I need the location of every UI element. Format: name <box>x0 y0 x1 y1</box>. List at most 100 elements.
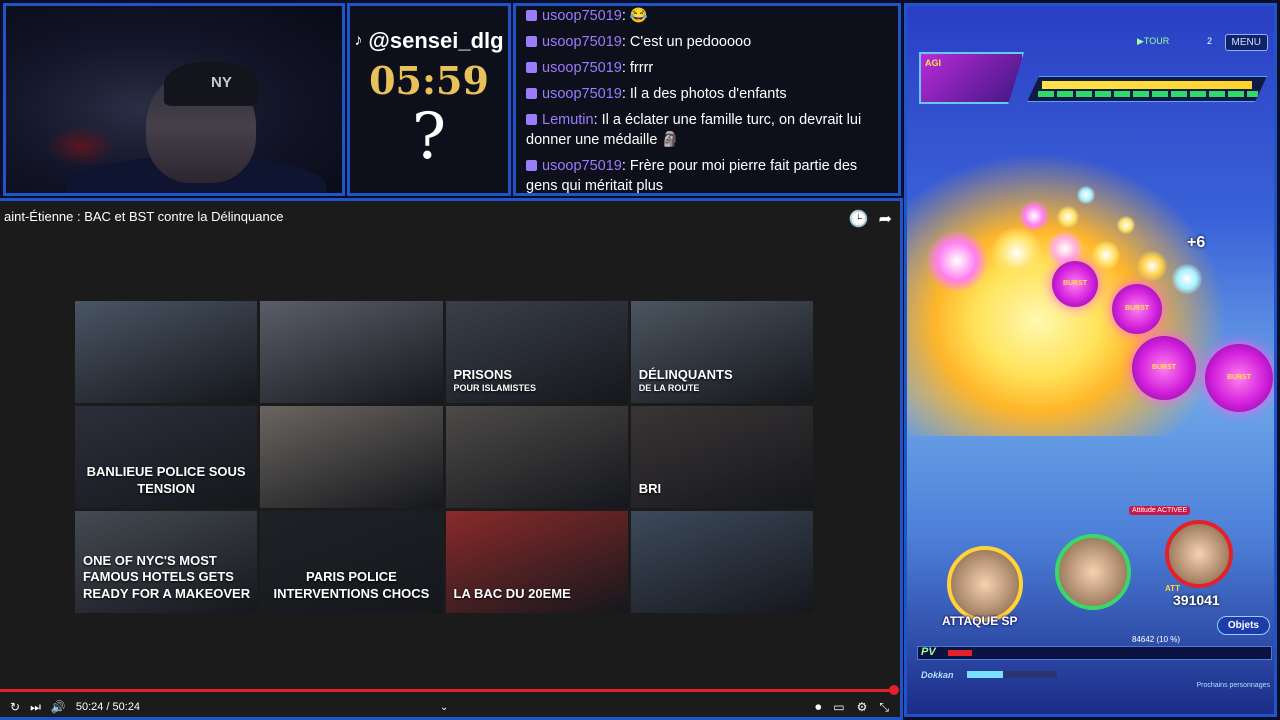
attack-value: 391041 <box>1173 592 1220 608</box>
thumbnail-caption: BRI <box>639 481 661 498</box>
hp-readout: 84642 (10 %) <box>1132 635 1181 644</box>
video-player[interactable]: aint-Étienne : BAC et BST contre la Déli… <box>0 198 903 720</box>
active-badge: Attitude ACTIVEE <box>1129 506 1191 515</box>
chat-text: Il a des photos d'enfants <box>629 86 787 102</box>
chat-username[interactable]: usoop75019 <box>542 8 622 24</box>
burst-orb: BURST <box>1132 336 1196 400</box>
thumbnail-title: LA BAC DU 20EME <box>453 586 571 602</box>
chat-username[interactable]: usoop75019 <box>542 158 622 174</box>
thumbnail-title: PARIS POLICE INTERVENTIONS CHOCS <box>273 569 430 602</box>
subtitles-icon[interactable]: ▭ <box>833 700 844 715</box>
thumbnail-title: ONE OF NYC'S MOST FAMOUS HOTELS GETS REA… <box>83 552 251 602</box>
ki-orb <box>1172 264 1202 294</box>
settings-icon[interactable]: ⚙ <box>857 700 868 715</box>
next-characters-label: Prochains personnages <box>1196 682 1270 689</box>
end-screen-thumbnail[interactable] <box>260 406 443 508</box>
hp-label: PV <box>921 646 936 658</box>
ki-plus: +6 <box>1187 234 1206 251</box>
video-title[interactable]: aint-Étienne : BAC et BST contre la Déli… <box>4 209 283 224</box>
special-attack-label: ATTAQUE SP <box>942 614 1018 628</box>
chat-colon: : <box>621 8 630 24</box>
timer-panel: ♪ @sensei_dlg 05:59 ? <box>347 3 511 196</box>
end-screen-thumbnail[interactable] <box>75 301 258 403</box>
chat-message: usoop75019: 😂 <box>526 6 888 26</box>
replay-icon[interactable]: ↻ <box>10 700 20 714</box>
ki-orb <box>1117 216 1135 234</box>
chat-colon: : <box>593 112 602 128</box>
chat-message: Lemutin: Il a éclater une famille turc, … <box>526 110 888 150</box>
chat-message: usoop75019: C'est un pedooooo <box>526 32 888 52</box>
tiktok-icon: ♪ <box>354 32 363 49</box>
thumbnail-subtitle: DE LA ROUTE <box>638 382 700 393</box>
chat-username[interactable]: usoop75019 <box>542 60 622 76</box>
end-screen-thumbnail[interactable]: BRI <box>630 406 813 508</box>
ki-orb <box>1077 186 1095 204</box>
ki-orb <box>992 228 1042 278</box>
user-badge-icon <box>526 114 537 125</box>
chat-username[interactable]: usoop75019 <box>542 34 622 50</box>
chat-username[interactable]: usoop75019 <box>542 86 622 102</box>
ki-orb <box>927 231 987 291</box>
end-screen-thumbnail[interactable] <box>260 301 443 403</box>
thumbnail-caption: PRISONS POUR ISLAMISTES <box>454 367 537 393</box>
end-screen-thumbnail[interactable]: LA BAC DU 20EME <box>445 511 628 613</box>
end-screen-thumbnail[interactable]: BANLIEUE POLICE SOUS TENSION <box>75 406 258 508</box>
end-screen-thumbnail[interactable]: ONE OF NYC'S MOST FAMOUS HOTELS GETS REA… <box>75 511 258 613</box>
chat-colon: : <box>621 34 630 50</box>
ki-orb <box>1092 241 1120 269</box>
end-screen-grid: PRISONS POUR ISLAMISTES DÉLINQUANTS DE LA R… <box>75 301 813 613</box>
webcam-panel: NY <box>3 3 345 196</box>
chat-message: usoop75019: frrrr <box>526 58 888 78</box>
next-icon[interactable]: ⏭ <box>30 700 41 715</box>
character-slot-3[interactable] <box>1165 520 1233 588</box>
chat-colon: : <box>621 86 630 102</box>
progress-bar[interactable] <box>0 689 890 692</box>
streamer-handle: ♪ @sensei_dlg <box>350 28 508 54</box>
end-screen-thumbnail[interactable] <box>630 511 813 613</box>
burst-orb: BURST <box>1052 261 1098 307</box>
user-badge-icon <box>526 160 537 171</box>
end-screen-thumbnail[interactable]: DÉLINQUANTS DE LA ROUTE <box>630 301 813 403</box>
thumbnail-title: DÉLINQUANTS <box>638 366 733 382</box>
thumbnail-caption: BANLIEUE POLICE SOUS TENSION <box>75 464 257 498</box>
burst-orb: BURST <box>1205 344 1273 412</box>
progress-handle[interactable] <box>889 685 899 695</box>
chat-list: usoop75019: 😂 usoop75019: C'est un pedooo… <box>526 6 888 193</box>
game-panel[interactable]: ▶TOUR 2 MENU AGI BURST BURST BURST BURST +6… <box>904 3 1277 717</box>
character-slot-1[interactable] <box>947 546 1023 622</box>
end-screen-thumbnail[interactable] <box>445 406 628 508</box>
end-screen-thumbnail[interactable]: PRISONS POUR ISLAMISTES <box>445 301 628 403</box>
chat-username[interactable]: Lemutin <box>542 112 594 128</box>
autoplay-toggle-icon[interactable]: ⏺ <box>815 700 821 715</box>
question-mark: ? <box>411 100 447 174</box>
type-label: AGI <box>925 58 942 68</box>
volume-icon[interactable]: 🔊 <box>51 700 66 714</box>
menu-button[interactable]: MENU <box>1224 34 1268 51</box>
chat-panel: usoop75019: 😂 usoop75019: C'est un pedooo… <box>513 3 901 196</box>
exit-fullscreen-icon[interactable]: ⤡ <box>879 700 889 715</box>
user-badge-icon <box>526 10 537 21</box>
thumbnail-caption: LA BAC DU 20EME <box>454 586 571 603</box>
thumbnail-caption: PARIS POLICE INTERVENTIONS CHOCS <box>260 569 442 603</box>
end-screen-thumbnail[interactable]: PARIS POLICE INTERVENTIONS CHOCS <box>260 511 443 613</box>
user-badge-icon <box>526 88 537 99</box>
chat-message: usoop75019: Frère pour moi pierre fait p… <box>526 156 888 193</box>
chat-message: usoop75019: Il a des photos d'enfants <box>526 84 888 104</box>
chevron-down-icon[interactable]: ⌄ <box>440 702 448 713</box>
items-button[interactable]: Objets <box>1216 616 1270 635</box>
user-badge-icon <box>526 36 537 47</box>
chat-colon: : <box>621 60 630 76</box>
webcam-light <box>46 126 116 166</box>
watch-later-icon[interactable]: 🕒 <box>849 209 869 229</box>
player-controls: ↻ ⏭ 🔊 50:24 / 50:24 ⌄ ⏺ ▭ ⚙ ⤡ <box>0 695 897 717</box>
countdown-timer: 05:59 <box>369 58 489 103</box>
dokkan-meter <box>967 671 1057 678</box>
share-icon[interactable]: ➦ <box>879 209 892 229</box>
thumbnail-title: BANLIEUE POLICE SOUS TENSION <box>86 464 246 497</box>
handle-text: @sensei_dlg <box>368 28 504 53</box>
character-slot-2[interactable] <box>1055 534 1131 610</box>
user-badge-icon <box>526 62 537 73</box>
chat-text: frrrr <box>629 60 654 76</box>
thumbnail-title: PRISONS <box>453 366 513 382</box>
ki-orb <box>1137 251 1167 281</box>
